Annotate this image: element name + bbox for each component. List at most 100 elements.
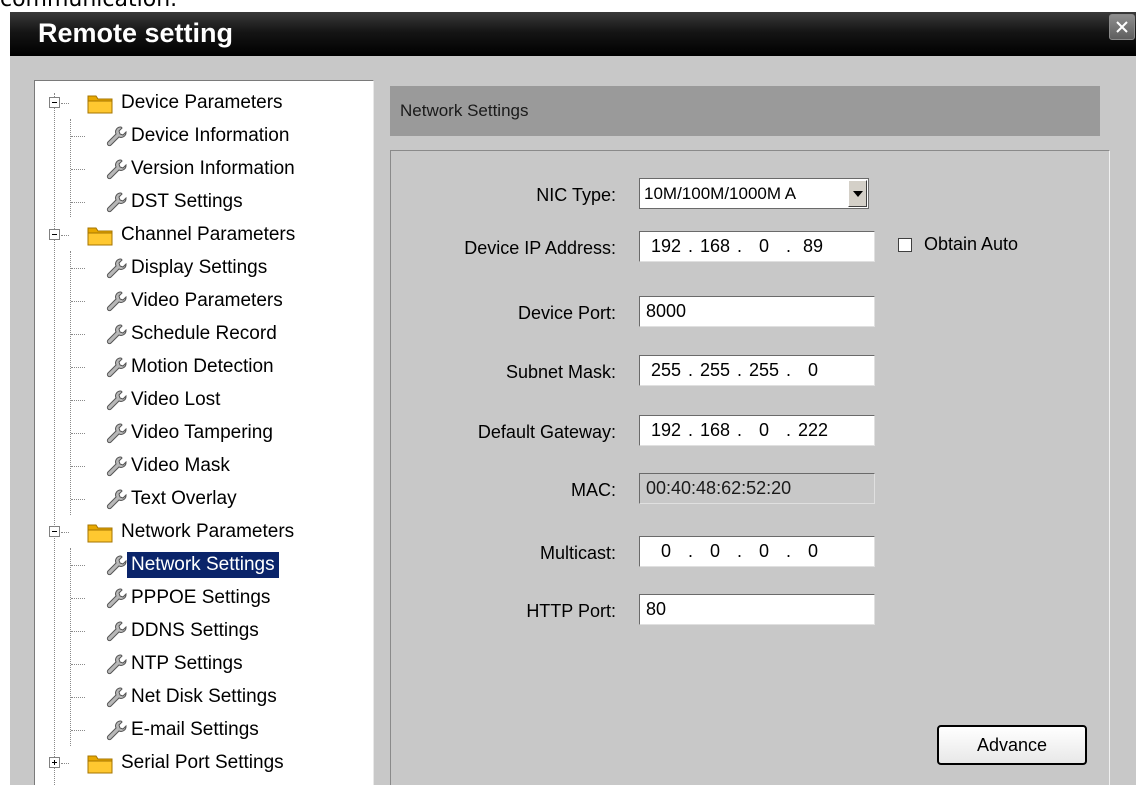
collapse-icon[interactable] [49,229,60,240]
ip-octet: 222 [798,420,829,440]
http-port-input[interactable]: 80 [639,594,875,625]
device-ip-input[interactable]: 192. 168. 0. 89 [639,231,875,262]
tree-leaf[interactable]: Version Information [105,153,299,185]
ip-octet: 0 [759,236,770,256]
tree-folder[interactable]: Device Parameters [87,87,287,119]
tree-connector [71,499,85,500]
tree-leaf[interactable]: Schedule Record [105,318,281,350]
tree-connector [71,268,85,269]
tree-leaf[interactable]: Motion Detection [105,351,278,383]
multicast-label: Multicast: [539,543,616,563]
remote-setting-window: Remote setting Device Parameters Device I… [10,12,1136,785]
nic-type-value: 10M/100M/1000M A [644,184,797,203]
section-header: Network Settings [390,86,1100,136]
device-ip-label: Device IP Address: [464,238,616,258]
tree-connector [70,251,71,515]
tree-item-label: Video Parameters [131,290,283,311]
close-button[interactable] [1109,14,1135,40]
wrench-icon [106,324,127,345]
nic-type-select[interactable]: 10M/100M/1000M A [639,178,869,209]
background-caption-text: communication. [0,0,177,12]
tree-connector [71,169,85,170]
tree-item-label: Channel Parameters [121,224,296,245]
device-port-label: Device Port: [517,303,616,323]
obtain-auto-label: Obtain Auto [924,234,1019,254]
tree-leaf[interactable]: Net Disk Settings [105,681,281,713]
ip-octet: 0 [660,541,671,561]
parameter-tree[interactable]: Device Parameters Device Information Versi… [34,80,374,785]
tree-leaf[interactable]: Video Lost [105,384,224,416]
obtain-auto-checkbox[interactable] [898,238,912,252]
wrench-icon [106,291,127,312]
ip-octet: 192 [650,420,682,440]
wrench-icon [106,126,127,147]
tree-item-label: Motion Detection [131,356,274,377]
tree-item-label: E-mail Settings [131,719,259,740]
ip-octet: 0 [710,541,721,561]
ip-octet: 0 [808,360,819,380]
wrench-icon [106,720,127,741]
tree-item-label: Serial Port Settings [121,752,284,773]
mac-field: 00:40:48:62:52:20 [639,473,875,504]
device-port-input[interactable]: 8000 [639,296,875,327]
tree-connector [71,334,85,335]
ip-octet: 168 [699,236,731,256]
tree-connector [71,664,85,665]
subnet-mask-label: Subnet Mask: [505,362,616,382]
tree-connector [54,93,55,785]
tree-item-label: Display Settings [131,257,268,278]
collapse-icon[interactable] [49,97,60,108]
tree-item-label: Network Settings [127,552,279,578]
tree-item-label: Net Disk Settings [131,686,277,707]
subnet-mask-input[interactable]: 255. 255. 255. 0 [639,355,875,386]
tree-folder[interactable]: Alarm Parameters [87,780,278,785]
wrench-icon [106,621,127,642]
tree-folder[interactable]: Serial Port Settings [87,747,288,779]
tree-leaf[interactable]: Video Tampering [105,417,277,449]
tree-item-label: Video Tampering [131,422,273,443]
tree-connector [71,565,85,566]
advance-button[interactable]: Advance [937,725,1087,765]
tree-folder[interactable]: Channel Parameters [87,219,299,251]
tree-item-label: Network Parameters [121,521,295,542]
wrench-icon [106,654,127,675]
wrench-icon [106,456,127,477]
tree-leaf[interactable]: NTP Settings [105,648,247,680]
default-gateway-input[interactable]: 192. 168. 0. 222 [639,415,875,446]
folder-icon [87,227,113,246]
tree-leaf[interactable]: Video Parameters [105,285,287,317]
tree-leaf[interactable]: DST Settings [105,186,247,218]
tree-leaf[interactable]: Text Overlay [105,483,241,515]
tree-connector [70,548,71,746]
tree-connector [61,235,69,236]
tree-connector [71,136,85,137]
tree-folder[interactable]: Network Parameters [87,516,298,548]
tree-leaf[interactable]: PPPOE Settings [105,582,274,614]
expand-icon[interactable] [49,757,60,768]
collapse-icon[interactable] [49,526,60,537]
tree-leaf[interactable]: E-mail Settings [105,714,263,746]
tree-connector [71,466,85,467]
background-caption: communication. [0,0,1136,12]
folder-icon [87,524,113,543]
tree-connector [71,730,85,731]
tree-leaf[interactable]: Network Settings [105,549,279,581]
tree-leaf[interactable]: Display Settings [105,252,271,284]
tree-item-label: Device Parameters [121,92,283,113]
tree-leaf[interactable]: DDNS Settings [105,615,263,647]
title-bar[interactable]: Remote setting [10,12,1136,56]
tree-connector [71,631,85,632]
tree-item-label: Schedule Record [131,323,277,344]
tree-connector [71,433,85,434]
tree-connector [71,301,85,302]
wrench-icon [106,192,127,213]
tree-connector [71,202,85,203]
wrench-icon [106,588,127,609]
nic-type-label: NIC Type: [536,185,616,205]
wrench-icon [106,489,127,510]
tree-leaf[interactable]: Device Information [105,120,293,152]
tree-leaf[interactable]: Video Mask [105,450,234,482]
dropdown-arrow-icon[interactable] [848,180,867,207]
multicast-input[interactable]: 0. 0. 0. 0 [639,536,875,567]
folder-icon [87,755,113,774]
